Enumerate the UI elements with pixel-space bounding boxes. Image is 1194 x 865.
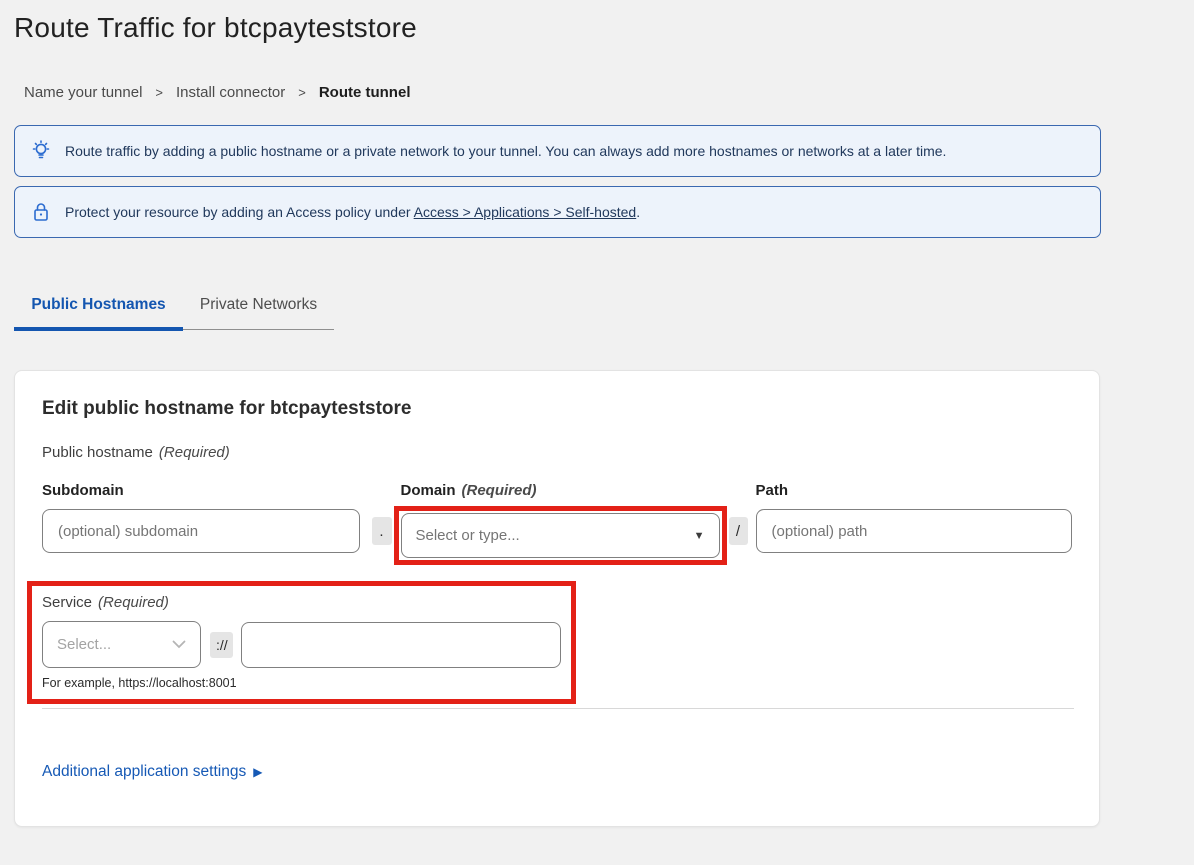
additional-application-settings-link[interactable]: Additional application settings ▶ [42,763,262,781]
breadcrumb-step-name-your-tunnel[interactable]: Name your tunnel [24,84,142,101]
info-banner-route-traffic: Route traffic by adding a public hostnam… [14,125,1101,177]
domain-field-group: Domain(Required) Select or type... ▼ [394,482,727,565]
subdomain-label: Subdomain [42,482,360,499]
page-title: Route Traffic for btcpayteststore [14,12,1194,44]
tab-public-hostnames[interactable]: Public Hostnames [14,291,183,329]
service-type-select[interactable]: Select... [42,621,201,668]
access-policy-banner-text: Protect your resource by adding an Acces… [65,204,640,220]
tab-private-networks[interactable]: Private Networks [183,291,334,329]
slash-separator: / [729,517,748,545]
subdomain-field-group: Subdomain [42,482,360,553]
route-traffic-page: Route Traffic for btcpayteststore Name y… [0,0,1194,865]
hostname-network-tabs: Public Hostnames Private Networks [14,291,334,330]
edit-public-hostname-card: Edit public hostname for btcpayteststore… [14,370,1100,827]
domain-label: Domain(Required) [401,482,727,499]
info-banner-text: Route traffic by adding a public hostnam… [65,143,946,159]
wizard-breadcrumb: Name your tunnel > Install connector > R… [24,84,1194,101]
domain-select[interactable]: Select or type... ▼ [401,513,720,558]
breadcrumb-separator: > [298,85,306,100]
service-url-input[interactable] [241,622,561,668]
card-title: Edit public hostname for btcpayteststore [42,398,1072,420]
breadcrumb-separator: > [155,85,163,100]
public-hostname-row: Subdomain . Domain(Required) Select or t… [42,482,1072,565]
path-input[interactable] [756,509,1073,553]
chevron-down-icon: ▼ [694,530,705,542]
section-divider [42,708,1074,709]
dot-separator: . [372,517,392,545]
highlight-box-service: Service(Required) Select... :// For exam… [27,581,576,704]
public-hostname-section-label: Public hostname(Required) [42,444,1072,461]
breadcrumb-step-install-connector[interactable]: Install connector [176,84,285,101]
breadcrumb-step-route-tunnel: Route tunnel [319,84,411,101]
access-applications-self-hosted-link[interactable]: Access > Applications > Self-hosted [414,204,637,220]
highlight-box-domain: Select or type... ▼ [394,506,727,565]
collapsed-arrow-icon: ▶ [253,765,262,779]
subdomain-input[interactable] [42,509,360,553]
required-note: (Required) [159,444,230,461]
service-row: Select... :// [42,621,561,668]
chevron-down-icon [172,640,186,649]
path-field-group: Path [756,482,1073,553]
domain-select-placeholder: Select or type... [416,527,694,544]
lock-icon [30,200,52,224]
service-section-label: Service(Required) [42,594,561,611]
service-type-placeholder: Select... [57,636,172,653]
path-label: Path [756,482,1073,499]
required-note: (Required) [98,594,169,611]
access-policy-banner: Protect your resource by adding an Acces… [14,186,1101,238]
lightbulb-icon [30,139,52,163]
service-helper-text: For example, https://localhost:8001 [42,676,561,690]
scheme-separator: :// [210,632,233,658]
required-note: (Required) [462,482,537,499]
